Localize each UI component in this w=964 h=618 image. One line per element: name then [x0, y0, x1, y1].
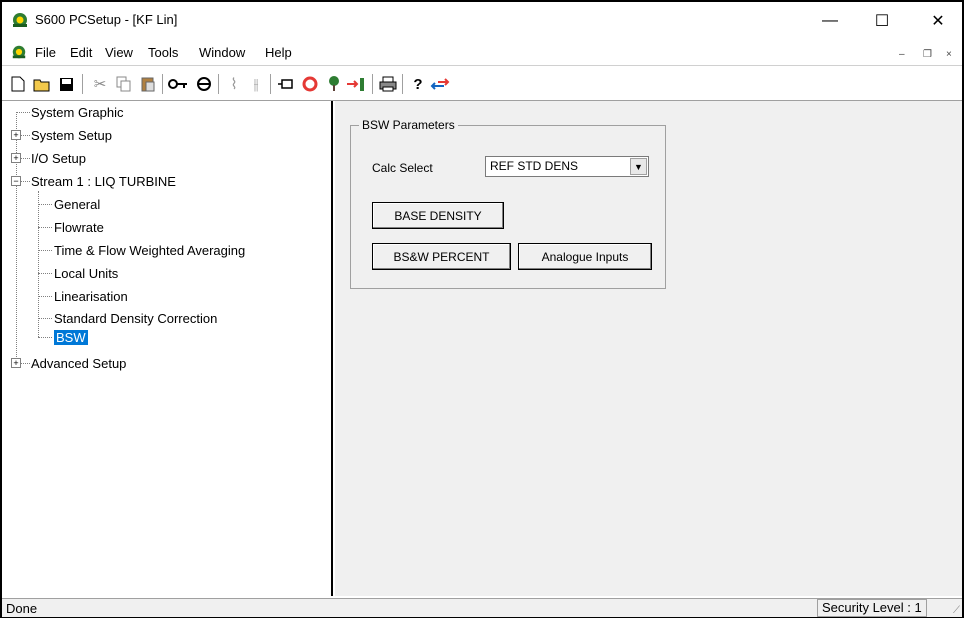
- toolbar-separator: [270, 74, 272, 94]
- tree-connector: [38, 250, 52, 251]
- tree-connector: [38, 227, 52, 228]
- tree-item-local-units[interactable]: Local Units: [54, 266, 118, 281]
- tree-item-time-flow-weighted-averaging[interactable]: Time & Flow Weighted Averaging: [54, 243, 245, 258]
- tune-icon[interactable]: ⫲: [246, 74, 266, 94]
- mdi-minimize-button[interactable]: –: [899, 49, 905, 60]
- expand-system-setup-icon[interactable]: +: [11, 130, 21, 140]
- menu-view[interactable]: View: [105, 45, 133, 60]
- toolbar-separator: [82, 74, 84, 94]
- toolbar-separator: [218, 74, 220, 94]
- help-icon[interactable]: ?: [408, 74, 428, 94]
- navigation-tree: + + − + System Graphic System Setup I/O …: [6, 101, 333, 596]
- copy-icon[interactable]: [114, 74, 134, 94]
- tree-item-flowrate[interactable]: Flowrate: [54, 220, 104, 235]
- tree-connector: [38, 204, 52, 205]
- tree-connector: [16, 112, 17, 367]
- paste-icon[interactable]: [138, 74, 158, 94]
- tree-item-general[interactable]: General: [54, 197, 100, 212]
- menu-tools[interactable]: Tools: [148, 45, 178, 60]
- tag-icon[interactable]: [276, 74, 296, 94]
- resize-grip-icon[interactable]: ⟋: [953, 605, 960, 616]
- status-bar: Done Security Level : 1 ⟋: [2, 598, 962, 617]
- tree-item-io-setup[interactable]: I/O Setup: [31, 151, 86, 166]
- tree-item-linearisation[interactable]: Linearisation: [54, 289, 128, 304]
- tree-item-standard-density-correction[interactable]: Standard Density Correction: [54, 311, 217, 326]
- tree-connector: [21, 181, 30, 182]
- bsw-percent-button[interactable]: BS&W PERCENT: [372, 243, 511, 270]
- close-button[interactable]: ✕: [916, 6, 960, 36]
- expand-io-setup-icon[interactable]: +: [11, 153, 21, 163]
- connect-icon[interactable]: [194, 74, 214, 94]
- tree-icon[interactable]: [324, 74, 344, 94]
- tree-connector: [38, 191, 39, 337]
- toolbar-separator: [372, 74, 374, 94]
- app-logo-icon: [13, 13, 27, 27]
- menu-file[interactable]: File: [35, 45, 56, 60]
- calc-select-label: Calc Select: [372, 161, 433, 175]
- minimize-button[interactable]: —: [808, 6, 852, 36]
- tree-connector: [21, 135, 30, 136]
- open-icon[interactable]: [32, 74, 52, 94]
- arrows-icon[interactable]: [430, 74, 450, 94]
- stop-icon[interactable]: [300, 74, 320, 94]
- mdi-restore-button[interactable]: ❐: [923, 49, 932, 60]
- key-icon[interactable]: [168, 74, 188, 94]
- toolbar-separator: [162, 74, 164, 94]
- new-icon[interactable]: [8, 74, 28, 94]
- tree-connector: [16, 112, 30, 113]
- menu-bar: File Edit View Tools Window Help – ❐ ×: [2, 42, 962, 64]
- bsw-form-panel: BSW Parameters Calc Select REF STD DENS …: [335, 101, 962, 596]
- toolbar-separator: [402, 74, 404, 94]
- tree-connector: [38, 296, 52, 297]
- analogue-inputs-button[interactable]: Analogue Inputs: [518, 243, 652, 270]
- tree-item-system-setup[interactable]: System Setup: [31, 128, 112, 143]
- calc-select-dropdown[interactable]: REF STD DENS ▼: [485, 156, 649, 177]
- tree-item-stream-1[interactable]: Stream 1 : LIQ TURBINE: [31, 174, 176, 189]
- window-title: S600 PCSetup - [KF Lin]: [35, 12, 178, 27]
- bsw-parameters-group: BSW Parameters Calc Select REF STD DENS …: [350, 118, 666, 289]
- tree-connector: [21, 158, 30, 159]
- menu-window[interactable]: Window: [199, 45, 245, 60]
- security-level-indicator: Security Level : 1: [817, 599, 927, 617]
- calc-select-value: REF STD DENS: [490, 159, 579, 173]
- base-density-button[interactable]: BASE DENSITY: [372, 202, 504, 229]
- transfer-icon[interactable]: [346, 74, 366, 94]
- app-window: S600 PCSetup - [KF Lin] — ☐ ✕ File Edit …: [0, 0, 964, 618]
- child-window-icon[interactable]: [11, 44, 27, 60]
- menu-edit[interactable]: Edit: [70, 45, 92, 60]
- tree-connector: [38, 273, 52, 274]
- status-text: Done: [6, 601, 38, 616]
- title-bar: S600 PCSetup - [KF Lin] — ☐ ✕: [2, 2, 962, 40]
- tree-connector: [21, 363, 30, 364]
- tree-connector: [38, 337, 52, 338]
- menu-help[interactable]: Help: [265, 45, 292, 60]
- tree-item-bsw[interactable]: BSW: [54, 330, 88, 345]
- collapse-stream-icon[interactable]: −: [11, 176, 21, 186]
- tree-connector: [38, 318, 52, 319]
- cut-icon[interactable]: ✂: [90, 74, 110, 94]
- print-icon[interactable]: [378, 74, 398, 94]
- expand-advanced-setup-icon[interactable]: +: [11, 358, 21, 368]
- wizard-icon[interactable]: ⌇: [224, 74, 244, 94]
- tree-item-system-graphic[interactable]: System Graphic: [31, 105, 123, 120]
- chevron-down-icon[interactable]: ▼: [630, 158, 647, 175]
- tree-item-advanced-setup[interactable]: Advanced Setup: [31, 356, 126, 371]
- save-icon[interactable]: [56, 74, 76, 94]
- toolbar: ✂ ⌇ ⫲ ?: [2, 65, 962, 101]
- mdi-close-button[interactable]: ×: [946, 49, 952, 60]
- maximize-button[interactable]: ☐: [860, 6, 904, 36]
- group-title: BSW Parameters: [359, 118, 458, 132]
